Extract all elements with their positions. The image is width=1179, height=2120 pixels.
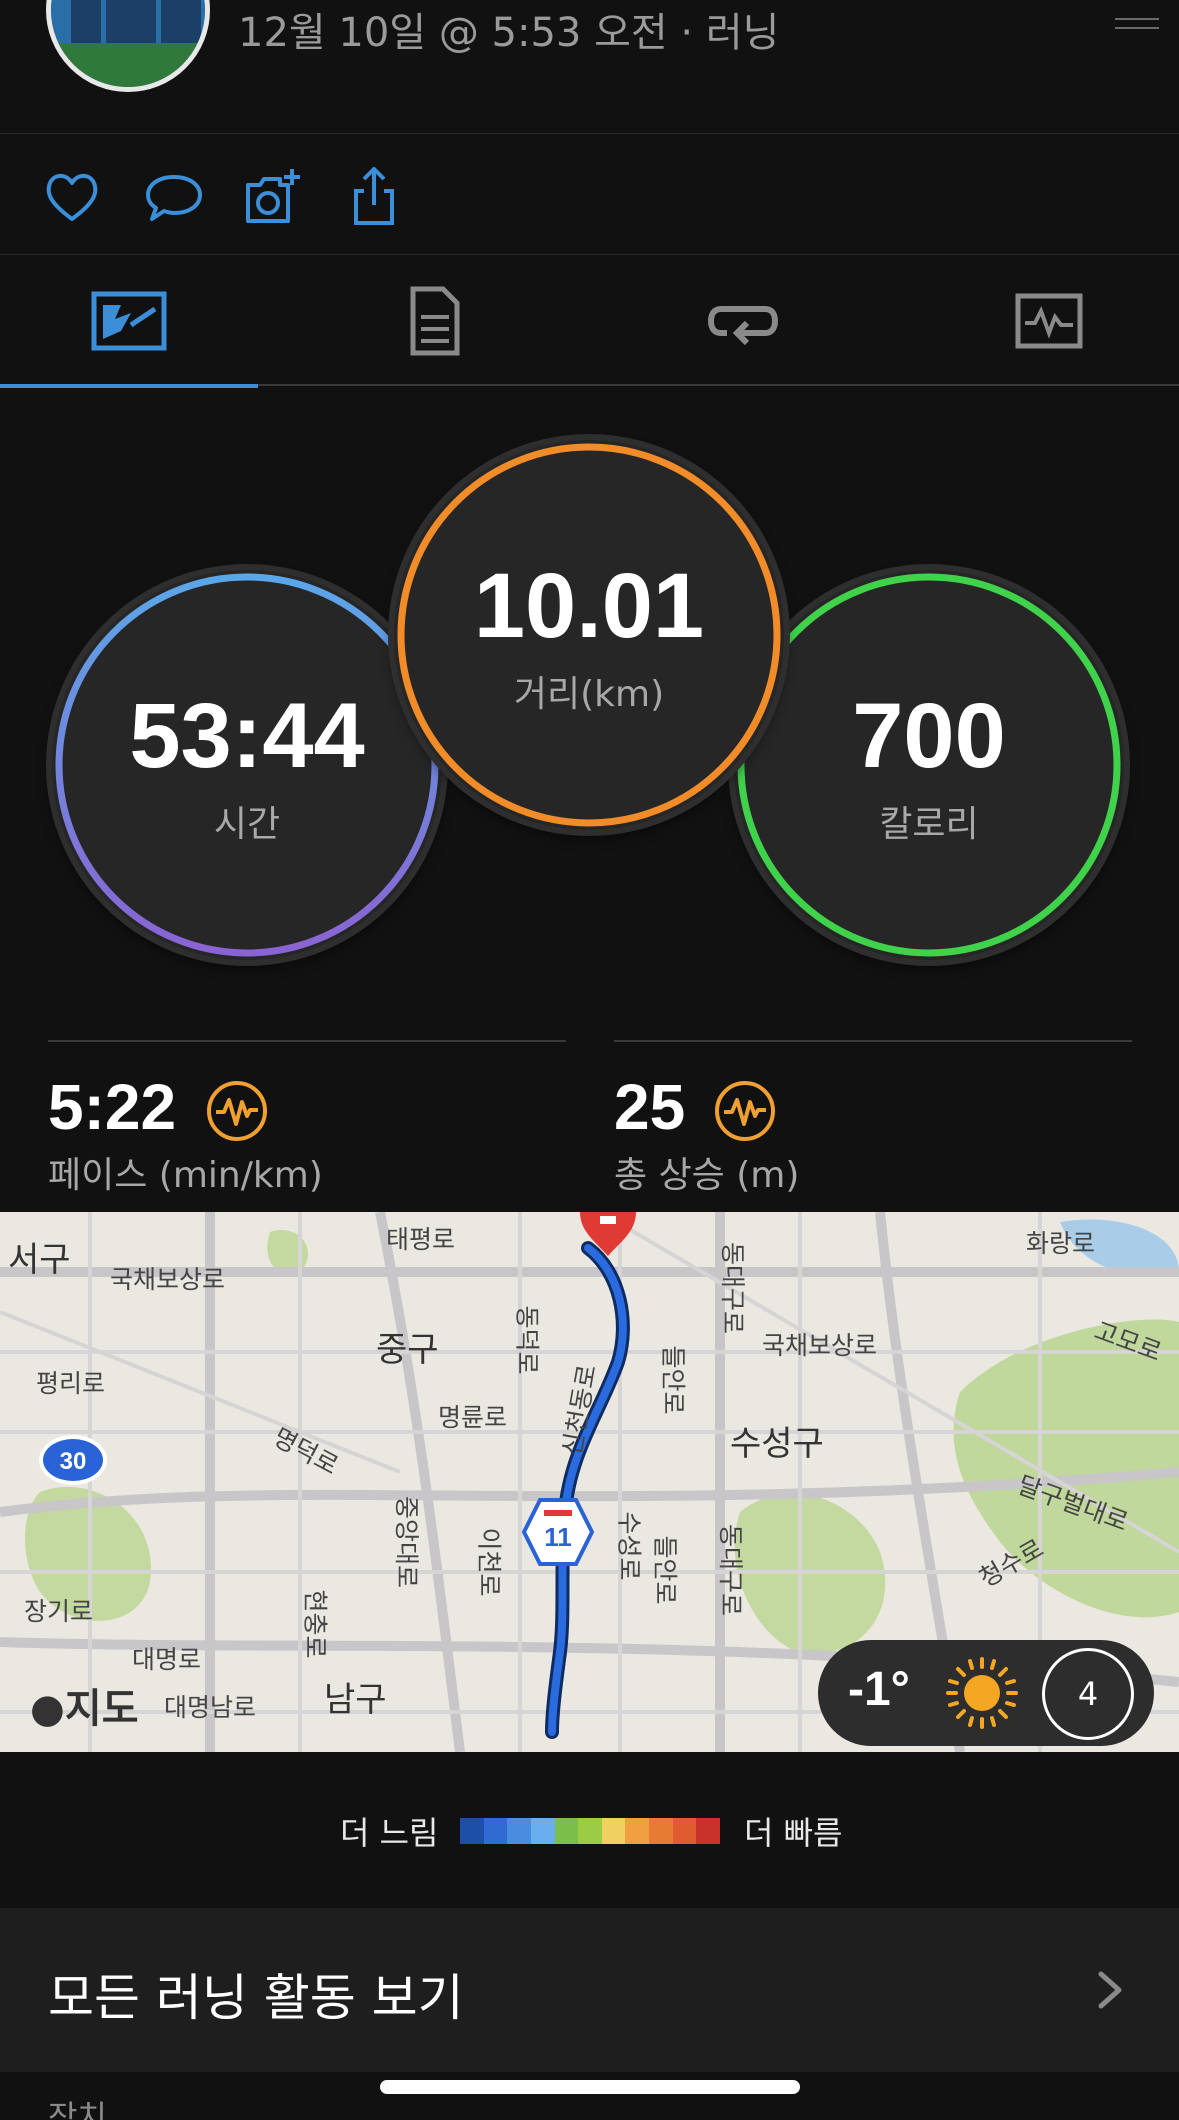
map-label-seogu: 서구 (8, 1240, 71, 1280)
activity-subtitle: 12월 10일 @ 5:53 오전 · 러닝 (238, 10, 780, 56)
apple-maps-label: 지도 (64, 1686, 139, 1732)
map-label-icheon: 이천로 (474, 1527, 504, 1597)
map-label-janggi: 장기로 (24, 1597, 94, 1626)
map-label-gukchae-east: 국채보상로 (762, 1331, 878, 1360)
garmin-activity-icon (714, 1080, 776, 1142)
map-label-jungang: 중앙대로 (392, 1495, 422, 1589)
legend-swatch (460, 1818, 484, 1844)
map-label-dulan-south: 들안로 (650, 1535, 680, 1605)
action-bar (0, 135, 1179, 255)
device-section-label: 장치 (48, 2098, 107, 2120)
tab-overview[interactable] (0, 256, 258, 388)
comment-icon[interactable] (142, 165, 206, 229)
pace-color-legend: 더 느림 더 빠름 (0, 1752, 1179, 1908)
share-icon[interactable] (342, 165, 406, 229)
activity-header: 12월 10일 @ 5:53 오전 · 러닝 (0, 0, 1179, 134)
details-document-icon (410, 286, 460, 356)
calories-stat-ring[interactable]: 700 칼로리 (734, 570, 1124, 960)
map-label-daemyeongnam: 대명남로 (164, 1693, 257, 1722)
map-label-namgu: 남구 (324, 1680, 387, 1720)
legend-swatch (696, 1818, 721, 1844)
elevation-label: 총 상승 (m) (614, 1155, 800, 1196)
legend-faster-label: 더 빠름 (744, 1814, 843, 1852)
wind-speed-indicator: 4 (1042, 1648, 1134, 1740)
distance-value: 10.01 (473, 554, 705, 657)
legend-swatch (507, 1818, 531, 1844)
garmin-activity-icon (206, 1080, 268, 1142)
legend-swatch (530, 1818, 555, 1844)
time-label: 시간 (213, 803, 281, 845)
legend-slower-label: 더 느림 (340, 1814, 439, 1852)
map-label-junggu: 중구 (376, 1330, 439, 1370)
route-30-shield-icon: 30 (39, 1435, 107, 1485)
elevation-metric[interactable]: 25 총 상승 (m) (614, 1040, 1132, 1210)
map-label-hyeonchung: 현충로 (300, 1589, 330, 1659)
map-label-suseongro: 수성로 (614, 1511, 644, 1581)
map-label-taepyeong: 태평로 (386, 1225, 456, 1254)
elevation-value: 25 (614, 1071, 686, 1143)
legend-swatch (649, 1818, 673, 1844)
map-label-dongdae-north: 동대구로 (718, 1241, 748, 1335)
time-value: 53:44 (129, 684, 365, 787)
chart-icon (1015, 293, 1083, 349)
map-label-dongdeok: 동덕로 (512, 1305, 542, 1375)
map-label-suseonggu: 수성구 (730, 1424, 824, 1464)
time-stat-ring[interactable]: 53:44 시간 (52, 570, 442, 960)
activity-tabs (0, 256, 1179, 388)
route-11-shield-icon: 11 (522, 1498, 594, 1566)
map-label-pyeongri: 평리로 (36, 1369, 106, 1398)
map-label-myeongnyun: 명륜로 (438, 1403, 508, 1432)
weather-temperature: -1° (848, 1663, 910, 1716)
avatar[interactable] (46, 0, 210, 92)
home-indicator[interactable] (380, 2080, 800, 2094)
weather-badge[interactable]: -1° 4 (818, 1640, 1154, 1746)
pace-label: 페이스 (min/km) (48, 1155, 323, 1196)
add-photo-icon[interactable] (242, 165, 306, 229)
heart-icon[interactable] (40, 165, 104, 229)
calories-label: 칼로리 (879, 803, 979, 845)
pace-gradient-bar (460, 1818, 721, 1844)
chevron-right-icon (1098, 1971, 1122, 2009)
legend-swatch (601, 1818, 626, 1844)
view-all-runs-label: 모든 러닝 활동 보기 (48, 1969, 464, 2027)
city-night-icon (51, 0, 205, 87)
view-all-runs-row[interactable]: 모든 러닝 활동 보기 (0, 1908, 1179, 2072)
pace-metric[interactable]: 5:22 페이스 (min/km) (48, 1040, 566, 1210)
legend-swatch (672, 1818, 697, 1844)
legend-swatch (578, 1818, 602, 1844)
sun-icon (946, 1657, 1018, 1729)
menu-lines-icon[interactable] (1115, 18, 1159, 34)
legend-swatch (554, 1818, 579, 1844)
tab-charts[interactable] (920, 256, 1178, 386)
map-label-dongdae-south: 동대구로 (716, 1523, 746, 1617)
legend-swatch (483, 1818, 508, 1844)
route-11-label: 11 (544, 1522, 572, 1552)
calories-value: 700 (852, 684, 1006, 787)
map-label-hwarang: 화랑로 (1026, 1229, 1096, 1258)
distance-stat-ring[interactable]: 10.01 거리(km) (394, 440, 784, 830)
map-overview-icon (91, 291, 167, 351)
tab-laps[interactable] (614, 256, 872, 386)
laps-icon (707, 306, 779, 346)
stats-panel: 53:44 시간 700 칼로리 10.01 거리(km) (0, 388, 1179, 1020)
pace-value: 5:22 (48, 1071, 177, 1143)
map-label-dulan-north: 들안로 (658, 1345, 688, 1415)
route-30-label: 30 (60, 1448, 87, 1475)
legend-swatch (625, 1818, 650, 1844)
map-label-gukchae-west: 국채보상로 (110, 1265, 226, 1294)
apple-logo-icon: ● (30, 1686, 65, 1732)
tab-details[interactable] (306, 256, 564, 386)
apple-maps-attribution[interactable]: ●지도 (30, 1676, 139, 1734)
map-label-daemyeong: 대명로 (132, 1645, 202, 1674)
distance-label: 거리(km) (513, 673, 665, 715)
